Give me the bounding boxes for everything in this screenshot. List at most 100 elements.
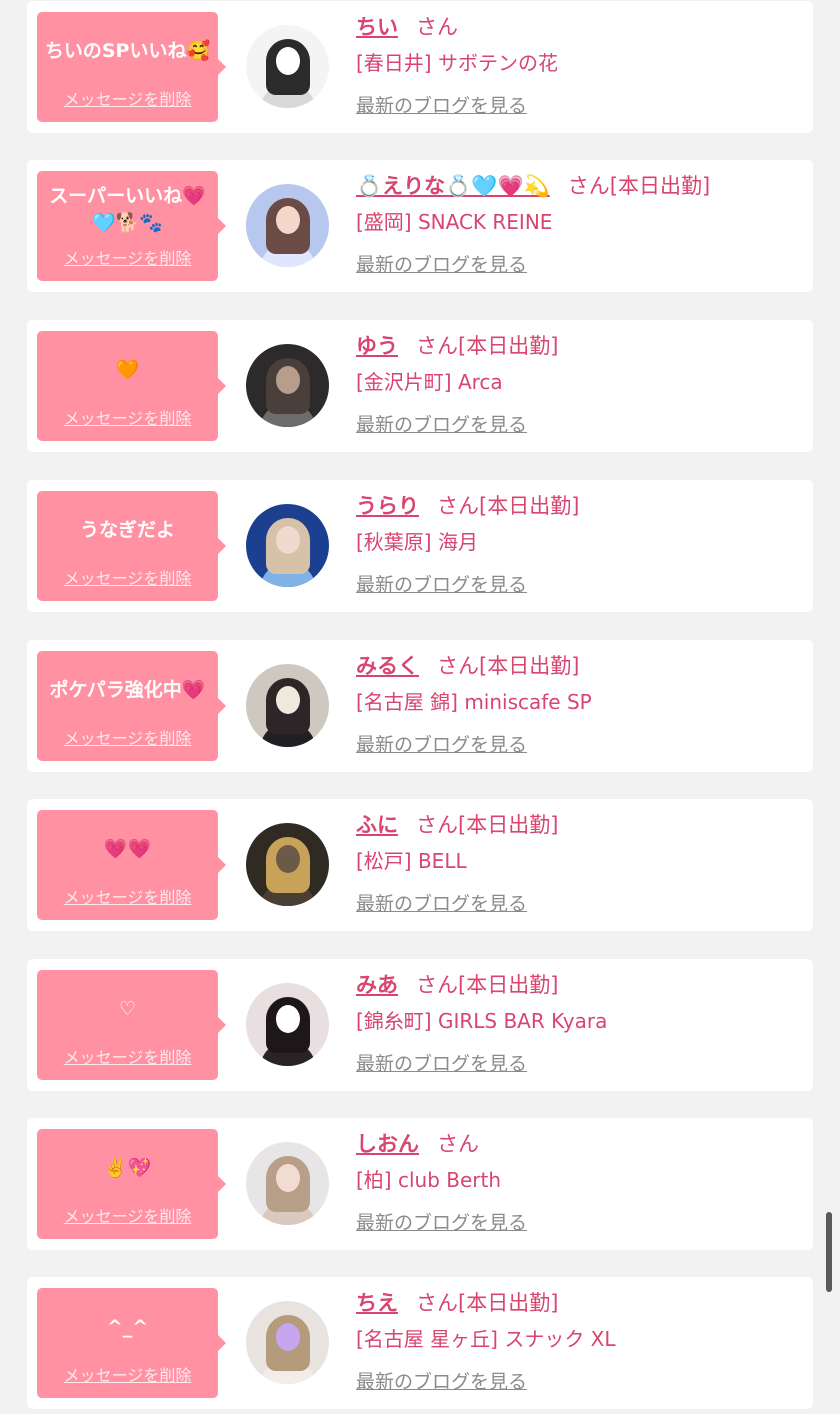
profile-info: しおん さん [柏] club Berth 最新のブログを見る: [356, 1126, 803, 1235]
profile-name-link[interactable]: ゆう: [356, 334, 398, 358]
name-line: ゆう さん[本日出勤]: [356, 328, 803, 364]
message-bubble: ^_^ メッセージを削除: [37, 1288, 226, 1398]
profile-name-link[interactable]: ふに: [356, 813, 398, 837]
honorific: さん: [437, 1132, 479, 1156]
name-line: ちえ さん[本日出勤]: [356, 1285, 803, 1321]
message-text: ちいのSPいいね🥰: [44, 39, 211, 62]
message-bubble: ✌️💖 メッセージを削除: [37, 1129, 226, 1239]
delete-message-link[interactable]: メッセージを削除: [37, 725, 218, 749]
avatar[interactable]: [246, 983, 329, 1066]
delete-message-link[interactable]: メッセージを削除: [37, 565, 218, 589]
latest-blog-link[interactable]: 最新のブログを見る: [356, 410, 527, 437]
shop-name: [柏] club Berth: [356, 1168, 502, 1192]
latest-blog-link[interactable]: 最新のブログを見る: [356, 889, 527, 916]
latest-blog-link[interactable]: 最新のブログを見る: [356, 1049, 527, 1076]
message-text: ポケパラ強化中💗: [49, 678, 206, 701]
delete-message-link[interactable]: メッセージを削除: [37, 1044, 218, 1068]
avatar-face: [276, 526, 300, 554]
shop-name: [錦糸町] GIRLS BAR Kyara: [356, 1009, 608, 1033]
message-card: 🧡 メッセージを削除 ゆう さん[本日出勤] [金沢片町] Arca 最新のブログ…: [27, 320, 813, 452]
honorific: さん: [437, 654, 479, 678]
status-badge: [本日出勤]: [479, 494, 580, 518]
name-line: うらり さん[本日出勤]: [356, 488, 803, 524]
message-card: うなぎだよ メッセージを削除 うらり さん[本日出勤] [秋葉原] 海月 最新のブ…: [27, 480, 813, 612]
avatar[interactable]: [246, 344, 329, 427]
latest-blog-link[interactable]: 最新のブログを見る: [356, 250, 527, 277]
message-bubble: 🧡 メッセージを削除: [37, 331, 226, 441]
latest-blog-link[interactable]: 最新のブログを見る: [356, 1367, 527, 1394]
message-text: ^_^: [106, 1315, 149, 1338]
name-line: みあ さん[本日出勤]: [356, 967, 803, 1003]
profile-info: ふに さん[本日出勤] [松戸] BELL 最新のブログを見る: [356, 807, 803, 916]
profile-name-link[interactable]: ちえ: [356, 1291, 398, 1315]
message-card: ^_^ メッセージを削除 ちえ さん[本日出勤] [名古屋 星ヶ丘] スナック X…: [27, 1277, 813, 1409]
delete-message-link[interactable]: メッセージを削除: [37, 1203, 218, 1227]
avatar[interactable]: [246, 504, 329, 587]
status-badge: [本日出勤]: [479, 654, 580, 678]
profile-info: ちえ さん[本日出勤] [名古屋 星ヶ丘] スナック XL 最新のブログを見る: [356, 1285, 803, 1394]
profile-info: ゆう さん[本日出勤] [金沢片町] Arca 最新のブログを見る: [356, 328, 803, 437]
profile-name-link[interactable]: しおん: [356, 1132, 419, 1156]
message-card: ちいのSPいいね🥰 メッセージを削除 ちい さん [春日井] サボテンの花 最新の…: [27, 1, 813, 133]
avatar[interactable]: [246, 664, 329, 747]
profile-info: うらり さん[本日出勤] [秋葉原] 海月 最新のブログを見る: [356, 488, 803, 597]
profile-name-link[interactable]: うらり: [356, 494, 419, 518]
latest-blog-link[interactable]: 最新のブログを見る: [356, 91, 527, 118]
message-text: ♡: [118, 997, 137, 1020]
message-text: 🧡: [115, 358, 140, 381]
avatar-face: [276, 1323, 300, 1351]
message-card: ポケパラ強化中💗 メッセージを削除 みるく さん[本日出勤] [名古屋 錦] mi…: [27, 640, 813, 772]
shop-name: [松戸] BELL: [356, 849, 467, 873]
avatar-face: [276, 47, 300, 75]
honorific: さん: [437, 494, 479, 518]
status-badge: [本日出勤]: [609, 174, 711, 198]
shop-name: [金沢片町] Arca: [356, 370, 503, 394]
message-text: ✌️💖: [103, 1156, 152, 1179]
message-bubble: ちいのSPいいね🥰 メッセージを削除: [37, 12, 226, 122]
avatar-face: [276, 206, 300, 234]
latest-blog-link[interactable]: 最新のブログを見る: [356, 730, 527, 757]
delete-message-link[interactable]: メッセージを削除: [37, 884, 218, 908]
message-text: スーパーいいね💗🩵🐕🐾: [49, 185, 206, 234]
delete-message-link[interactable]: メッセージを削除: [37, 245, 218, 269]
honorific: さん: [416, 334, 458, 358]
message-card: スーパーいいね💗🩵🐕🐾 メッセージを削除 💍えりな💍🩵💗💫 さん[本日出勤] [盛…: [27, 160, 813, 292]
profile-name-link[interactable]: みるく: [356, 654, 419, 678]
shop-name: [秋葉原] 海月: [356, 530, 478, 554]
name-line: 💍えりな💍🩵💗💫 さん[本日出勤]: [356, 168, 803, 204]
name-line: ふに さん[本日出勤]: [356, 807, 803, 843]
latest-blog-link[interactable]: 最新のブログを見る: [356, 570, 527, 597]
avatar-face: [276, 686, 300, 714]
avatar[interactable]: [246, 1301, 329, 1384]
profile-info: みあ さん[本日出勤] [錦糸町] GIRLS BAR Kyara 最新のブログを…: [356, 967, 803, 1076]
status-badge: [本日出勤]: [458, 334, 559, 358]
avatar[interactable]: [246, 25, 329, 108]
message-bubble: ♡ メッセージを削除: [37, 970, 226, 1080]
delete-message-link[interactable]: メッセージを削除: [37, 1362, 218, 1386]
profile-info: 💍えりな💍🩵💗💫 さん[本日出勤] [盛岡] SNACK REINE 最新のブログ…: [356, 168, 803, 277]
delete-message-link[interactable]: メッセージを削除: [37, 86, 218, 110]
honorific: さん: [416, 813, 458, 837]
status-badge: [本日出勤]: [458, 813, 559, 837]
shop-name: [春日井] サボテンの花: [356, 51, 558, 75]
scrollbar[interactable]: [826, 1212, 832, 1292]
name-line: しおん さん: [356, 1126, 803, 1162]
latest-blog-link[interactable]: 最新のブログを見る: [356, 1208, 527, 1235]
delete-message-link[interactable]: メッセージを削除: [37, 405, 218, 429]
message-bubble: スーパーいいね💗🩵🐕🐾 メッセージを削除: [37, 171, 226, 281]
like-message-list: ちいのSPいいね🥰 メッセージを削除 ちいさん [春日井] サボテンの花 最新の…: [0, 0, 840, 1414]
avatar[interactable]: [246, 1142, 329, 1225]
message-bubble: うなぎだよ メッセージを削除: [37, 491, 226, 601]
avatar[interactable]: [246, 823, 329, 906]
avatar-face: [276, 845, 300, 873]
profile-info: みるく さん[本日出勤] [名古屋 錦] miniscafe SP 最新のブログを…: [356, 648, 803, 757]
profile-name-link[interactable]: ちい: [356, 15, 398, 39]
avatar[interactable]: [246, 184, 329, 267]
profile-name-link[interactable]: 💍えりな💍🩵💗💫: [356, 174, 550, 198]
profile-name-link[interactable]: みあ: [356, 973, 398, 997]
message-card: ♡ メッセージを削除 みあ さん[本日出勤] [錦糸町] GIRLS BAR Ky…: [27, 959, 813, 1091]
honorific: さん: [416, 973, 458, 997]
message-card: ✌️💖 メッセージを削除 しおん さん [柏] club Berth 最新のブログ…: [27, 1118, 813, 1250]
message-text: 💗💗: [103, 837, 152, 860]
status-badge: [本日出勤]: [458, 1291, 559, 1315]
